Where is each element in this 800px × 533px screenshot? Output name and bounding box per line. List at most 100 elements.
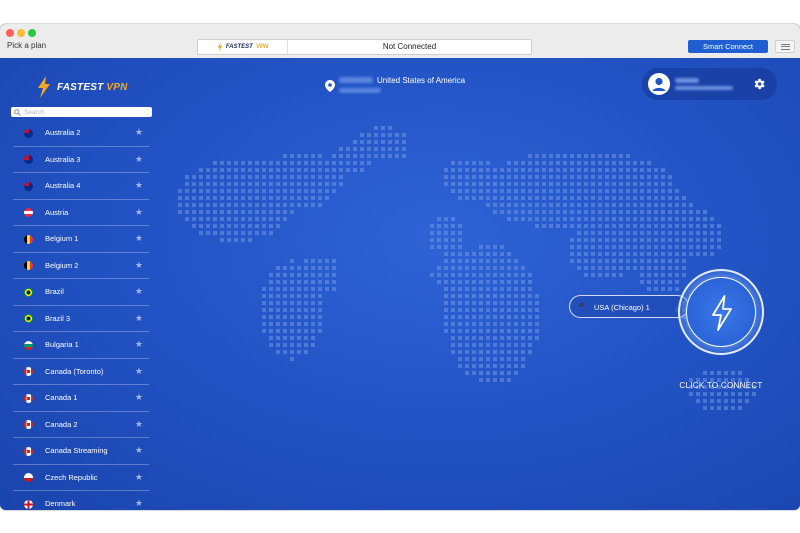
brazil-flag-icon — [24, 287, 33, 297]
selected-server-name: USA (Chicago) 1 — [594, 303, 650, 312]
canada-flag-icon — [24, 393, 33, 403]
australia-flag-icon — [24, 128, 33, 138]
server-name: Australia 3 — [45, 154, 81, 164]
server-row[interactable]: Brazil 3 ★ — [13, 306, 149, 332]
server-name: Australia 4 — [45, 181, 81, 190]
server-name: Canada 1 — [45, 393, 78, 402]
czech-flag-icon — [24, 473, 33, 482]
australia-flag-icon — [24, 155, 33, 164]
server-row[interactable]: Canada 1 ★ — [13, 385, 149, 412]
canada-flag-icon — [24, 420, 33, 429]
star-icon[interactable]: ★ — [135, 207, 143, 218]
sliders-icon — [780, 43, 790, 45]
logo-text: FASTEST — [57, 81, 104, 93]
server-row[interactable]: Belgium 2 ★ — [13, 253, 149, 279]
canada-flag-icon — [24, 367, 33, 376]
close-window-button[interactable] — [6, 29, 14, 37]
app-window: Pick a plan FASTEST VPN Not Connected Sma… — [0, 24, 800, 510]
star-icon[interactable]: ★ — [135, 419, 143, 430]
server-row[interactable]: Australia 2 ★ — [13, 120, 149, 147]
redacted-ip-text — [339, 77, 373, 83]
server-name: Belgium 1 — [45, 234, 79, 243]
brazil-flag-icon — [24, 314, 33, 323]
server-name: Czech Republic — [45, 472, 98, 482]
preferences-button[interactable] — [775, 40, 795, 53]
star-icon[interactable]: ★ — [135, 154, 143, 165]
star-icon[interactable]: ★ — [135, 260, 143, 271]
server-row[interactable]: Czech Republic ★ — [13, 465, 149, 491]
server-name: Brazil — [45, 287, 64, 296]
star-icon[interactable]: ★ — [135, 286, 143, 297]
lightning-bolt-icon — [217, 42, 223, 52]
server-row[interactable]: Australia 4 ★ — [13, 173, 149, 200]
selected-server[interactable]: USA (Chicago) 1 — [569, 295, 689, 318]
status-logo-accent: VPN — [255, 44, 269, 50]
location-pin-icon — [325, 80, 335, 92]
smart-connect-button[interactable]: Smart Connect — [688, 40, 768, 53]
bulgaria-flag-icon — [24, 340, 33, 350]
status-logo-text: FASTEST — [225, 44, 253, 50]
redacted-username — [675, 78, 699, 83]
search-box[interactable] — [11, 107, 152, 117]
server-name: Australia 2 — [45, 128, 81, 137]
server-row[interactable]: Bulgaria 1 ★ — [13, 332, 149, 359]
server-row[interactable]: Austria ★ — [13, 200, 149, 226]
server-row[interactable]: Canada 2 ★ — [13, 412, 149, 438]
austria-flag-icon — [24, 208, 33, 217]
star-icon[interactable]: ★ — [135, 180, 143, 191]
belgium-flag-icon — [24, 261, 33, 270]
app-logo: FASTEST VPN — [36, 76, 128, 98]
server-name: Denmark — [45, 499, 76, 508]
server-name: Austria — [45, 207, 69, 217]
status-logo: FASTEST VPN — [198, 40, 288, 54]
server-row[interactable]: Brazil ★ — [13, 279, 149, 306]
search-input[interactable] — [24, 107, 149, 117]
star-icon[interactable]: ★ — [135, 472, 143, 483]
pick-plan-link[interactable]: Pick a plan — [7, 41, 46, 50]
usa-flag-icon — [579, 302, 588, 311]
server-name: Canada 2 — [45, 419, 78, 429]
australia-flag-icon — [24, 181, 33, 191]
star-icon[interactable]: ★ — [135, 392, 143, 403]
server-name: Brazil 3 — [45, 313, 71, 323]
search-icon — [14, 108, 21, 116]
maximize-window-button[interactable] — [28, 29, 36, 37]
sliders-icon-line — [780, 46, 790, 47]
server-row[interactable]: Canada (Toronto) ★ — [13, 359, 149, 385]
connect-label: CLICK TO CONNECT — [679, 381, 763, 390]
star-icon[interactable]: ★ — [135, 445, 143, 456]
belgium-flag-icon — [24, 234, 33, 244]
star-icon[interactable]: ★ — [135, 498, 143, 509]
account-panel[interactable] — [642, 68, 777, 100]
server-name: Canada (Toronto) — [45, 366, 104, 376]
server-name: Belgium 2 — [45, 260, 79, 270]
sliders-icon-line — [780, 48, 790, 50]
lightning-bolt-icon — [712, 295, 732, 331]
lightning-bolt-icon — [38, 76, 50, 98]
connection-status-bar: FASTEST VPN Not Connected — [197, 39, 532, 55]
server-row[interactable]: Belgium 1 ★ — [13, 226, 149, 253]
server-row[interactable]: Denmark ★ — [13, 491, 149, 510]
server-row[interactable]: Canada Streaming ★ — [13, 438, 149, 465]
star-icon[interactable]: ★ — [135, 127, 143, 138]
logo-accent-text: VPN — [106, 81, 128, 93]
canada-flag-icon — [24, 446, 33, 456]
user-avatar-icon[interactable] — [648, 73, 670, 95]
connect-button-core[interactable] — [686, 277, 756, 347]
server-list: Australia 2 ★ Australia 3 ★ Australia 4 ★ Aust… — [13, 120, 149, 510]
redacted-email — [675, 86, 733, 90]
star-icon[interactable]: ★ — [135, 313, 143, 324]
connect-button[interactable] — [678, 269, 764, 355]
redacted-isp-text — [339, 88, 381, 93]
server-name: Bulgaria 1 — [45, 340, 79, 349]
star-icon[interactable]: ★ — [135, 366, 143, 377]
location-country: United States of America — [377, 76, 466, 85]
gear-icon[interactable] — [752, 77, 766, 91]
star-icon[interactable]: ★ — [135, 339, 143, 350]
server-name: Canada Streaming — [45, 446, 108, 455]
title-bar: Pick a plan FASTEST VPN Not Connected Sma… — [0, 24, 800, 59]
minimize-window-button[interactable] — [17, 29, 25, 37]
main-panel: FASTEST VPN United States of America Aus… — [0, 58, 800, 510]
star-icon[interactable]: ★ — [135, 233, 143, 244]
server-row[interactable]: Australia 3 ★ — [13, 147, 149, 173]
